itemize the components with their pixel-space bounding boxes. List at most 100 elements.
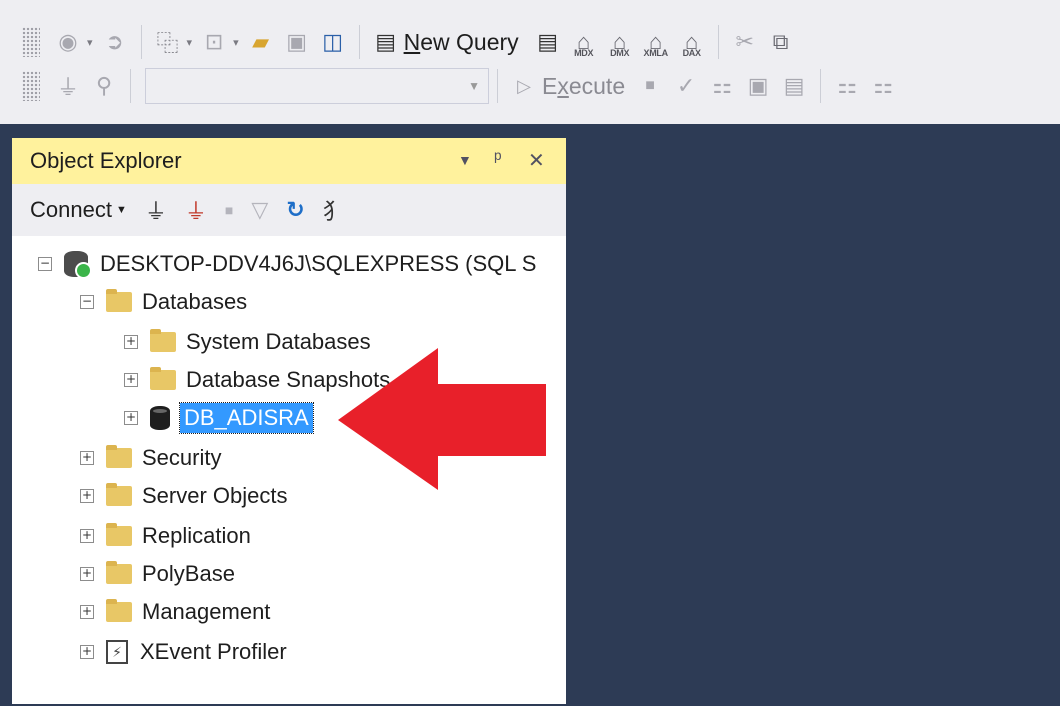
new-query-button[interactable]: N ew Query [404, 29, 519, 56]
intellisense-icon[interactable]: ▤ [779, 68, 809, 104]
connect-dropdown-icon[interactable]: ▼ [116, 204, 127, 216]
add-item-dropdown-icon[interactable]: ▾ [233, 36, 239, 49]
dax-query-icon[interactable]: ⌂ DAX [677, 24, 707, 60]
expand-icon[interactable]: + [80, 451, 94, 465]
tree-node-label: XEvent Profiler [140, 639, 287, 664]
expand-icon[interactable]: + [80, 645, 94, 659]
toolbar-grip[interactable] [22, 27, 40, 57]
expand-icon[interactable]: + [80, 567, 94, 581]
dmx-query-icon[interactable]: ⌂ DMX [605, 24, 635, 60]
refresh-icon[interactable]: ↻ [286, 197, 304, 223]
collapse-icon[interactable]: − [80, 295, 94, 309]
expand-icon[interactable]: + [80, 605, 94, 619]
execute-button[interactable]: E x ecute [542, 73, 625, 100]
tree-node-label: Management [142, 599, 271, 624]
open-folder-icon[interactable]: ▰ [246, 24, 276, 60]
object-explorer-title: Object Explorer [30, 148, 182, 173]
connect-button[interactable]: Connect [30, 197, 112, 223]
new-query-label: ew Query [420, 28, 519, 55]
mdx-label: MDX [574, 48, 594, 58]
tree-node-replication[interactable]: + Replication [80, 518, 251, 554]
cancel-query-icon[interactable]: ■ [635, 68, 665, 104]
new-project-dropdown-icon[interactable]: ▾ [187, 36, 193, 49]
add-item-icon[interactable]: ⊡ [199, 24, 229, 60]
database-icon [150, 406, 170, 430]
execute-icon[interactable]: ▷ [509, 68, 539, 104]
tree-node-label: Replication [142, 523, 251, 548]
chevron-down-icon: ▼ [468, 79, 480, 93]
new-query-icon[interactable]: ▤ [371, 24, 401, 60]
dmx-label: DMX [610, 48, 630, 58]
standard-toolbar: ◉ ▾ ➲ ⿻ ▾ ⊡ ▾ ▰ ▣ ◫ ▤ N ew Query ▤ ⌂ MDX … [0, 20, 1060, 64]
activity-monitor-icon[interactable]: ⺨ [323, 194, 345, 226]
tree-node-system-databases[interactable]: + System Databases [124, 324, 371, 360]
object-explorer-title-bar[interactable]: Object Explorer ▼ ᵖ ✕ [12, 138, 566, 184]
toolbar-separator [130, 69, 131, 103]
new-query-accesskey: N [403, 28, 421, 55]
tree-node-label: Databases [142, 289, 248, 314]
tree-node-security[interactable]: + Security [80, 440, 221, 476]
tree-node-polybase[interactable]: + PolyBase [80, 556, 235, 592]
back-dropdown-icon[interactable]: ▾ [87, 36, 93, 49]
tree-node-server[interactable]: − DESKTOP-DDV4J6J\SQLEXPRESS (SQL S [38, 246, 536, 282]
toolbar-separator [358, 25, 360, 59]
expand-icon[interactable]: + [124, 335, 138, 349]
pin-icon[interactable]: ᵖ [494, 148, 502, 171]
folder-icon [106, 561, 132, 584]
available-databases-dropdown[interactable]: ▼ [145, 68, 489, 104]
workspace-left-strip [0, 126, 10, 706]
tree-node-xevent-profiler[interactable]: + ⚡ XEvent Profiler [80, 634, 287, 670]
toolbar-separator [820, 69, 822, 103]
save-all-icon[interactable]: ◫ [318, 24, 348, 60]
expand-icon[interactable]: + [80, 489, 94, 503]
tree-node-management[interactable]: + Management [80, 594, 270, 630]
copy-icon[interactable]: ⧉ [766, 24, 796, 60]
connect-plug-icon[interactable]: ⏚ [53, 68, 83, 104]
xmla-query-icon[interactable]: ⌂ XMLA [641, 24, 671, 60]
close-icon[interactable]: ✕ [528, 148, 545, 173]
tree-node-databases[interactable]: − Databases [80, 284, 247, 320]
cut-icon[interactable]: ✂ [730, 24, 760, 60]
toolbar-separator [717, 25, 719, 59]
new-project-icon[interactable]: ⿻ [153, 24, 183, 60]
tree-node-label: Security [142, 445, 222, 470]
stop-icon[interactable]: ■ [225, 202, 233, 218]
query-options-icon[interactable]: ▣ [743, 68, 773, 104]
toolbar-separator [497, 69, 498, 103]
toolbar-grip[interactable] [22, 71, 40, 101]
mdx-query-icon[interactable]: ⌂ MDX [569, 24, 599, 60]
execute-label-prefix: E [542, 72, 558, 99]
expand-icon[interactable]: + [124, 411, 138, 425]
save-icon[interactable]: ▣ [282, 24, 312, 60]
tree-node-label: Server Objects [142, 483, 288, 508]
tree-node-label: DESKTOP-DDV4J6J\SQLEXPRESS (SQL S [100, 251, 537, 276]
tree-node-label-selected: DB_ADISRA [179, 402, 314, 434]
tree-node-db-adisra[interactable]: + DB_ADISRA [124, 400, 314, 436]
forward-icon[interactable]: ➲ [100, 24, 130, 60]
tree-node-server-objects[interactable]: + Server Objects [80, 478, 288, 514]
back-icon[interactable]: ◉ [53, 24, 83, 60]
include-actual-plan-icon[interactable]: ⚏ [832, 68, 862, 104]
execute-label-rest: ecute [568, 72, 626, 99]
disconnect-icon[interactable]: ⏚ [185, 194, 207, 226]
window-position-dropdown-icon[interactable]: ▼ [458, 152, 472, 168]
filter-icon[interactable]: ▽ [251, 197, 268, 223]
folder-icon [106, 445, 132, 468]
change-connection-icon[interactable]: ⚲ [89, 68, 119, 104]
connect-plug-icon[interactable]: ⏚ [145, 194, 167, 226]
collapse-icon[interactable]: − [38, 257, 52, 271]
expand-icon[interactable]: + [124, 373, 138, 387]
object-explorer-toolbar: Connect ▼ ⏚ ⏚ ■ ▽ ↻ ⺨ [12, 184, 566, 236]
execute-accesskey: x [557, 72, 569, 99]
parse-checkmark-icon[interactable]: ✓ [671, 68, 701, 104]
expand-icon[interactable]: + [80, 529, 94, 543]
database-engine-query-icon[interactable]: ▤ [533, 24, 563, 60]
server-icon [64, 251, 92, 279]
annotation-arrow [338, 348, 546, 490]
display-estimated-plan-icon[interactable]: ⚏ [707, 68, 737, 104]
annotation-arrow-shape [338, 348, 546, 490]
live-query-statistics-icon[interactable]: ⚏ [868, 68, 898, 104]
folder-icon [106, 483, 132, 506]
folder-icon [150, 329, 176, 352]
tree-node-label: PolyBase [142, 561, 235, 586]
